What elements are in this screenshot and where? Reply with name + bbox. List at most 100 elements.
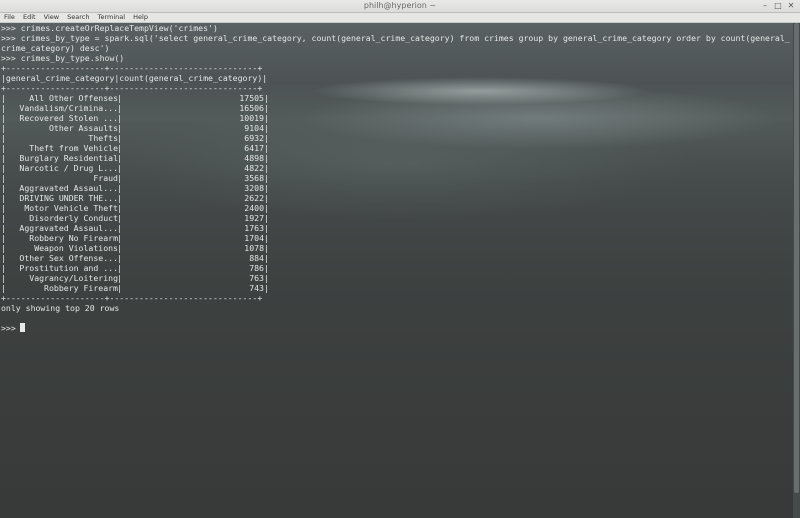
scrollbar-thumb[interactable] — [794, 23, 799, 493]
crime-category-cell: Thefts — [88, 133, 118, 143]
crime-category-cell: Robbery No Firearm — [29, 233, 118, 243]
column-separator: | — [1, 103, 6, 113]
column-separator: | — [264, 133, 269, 143]
count-cell: 1704 — [244, 233, 264, 243]
count-cell: 884 — [249, 253, 264, 263]
table-border-mid: +--------------------+------------------… — [1, 83, 263, 93]
column-separator: | — [264, 173, 269, 183]
column-separator: | — [264, 113, 269, 123]
crime-category-cell: Recovered Stolen ... — [19, 113, 118, 123]
column-separator: | — [1, 223, 6, 233]
menu-help[interactable]: Help — [130, 13, 151, 22]
column-separator: | — [1, 213, 6, 223]
menu-terminal[interactable]: Terminal — [95, 13, 128, 22]
table-header: |general_crime_category|count(general_cr… — [1, 73, 268, 83]
table-row: | Disorderly Conduct | 1927 | — [1, 213, 271, 223]
terminal-output[interactable]: >>> crimes.createOrReplaceTempView('crim… — [0, 23, 793, 518]
column-separator: | — [264, 103, 269, 113]
count-cell: 3568 — [244, 173, 264, 183]
column-separator: | — [264, 203, 269, 213]
column-separator: | — [264, 143, 269, 153]
column-separator: | — [1, 273, 6, 283]
column-separator: | — [1, 183, 6, 193]
count-cell: 17505 — [239, 93, 264, 103]
table-row: | Theft from Vehicle | 6417 | — [1, 143, 271, 153]
column-separator: | — [264, 93, 269, 103]
column-separator: | — [1, 143, 6, 153]
crime-category-cell: Narcotic / Drug L... — [19, 163, 118, 173]
count-cell: 1078 — [244, 243, 264, 253]
title-bar[interactable]: philh@hyperion ~ – □ ✕ — [0, 0, 800, 13]
column-separator: | — [1, 123, 6, 133]
menu-view[interactable]: View — [41, 13, 62, 22]
crime-category-cell: Burglary Residential — [19, 153, 118, 163]
close-icon[interactable]: ✕ — [786, 1, 796, 11]
table-row: | Vandalism/Crimina... | 16506 | — [1, 103, 271, 113]
table-row: | Burglary Residential | 4898 | — [1, 153, 271, 163]
crime-category-cell: Motor Vehicle Theft — [24, 203, 118, 213]
count-cell: 1927 — [244, 213, 264, 223]
count-cell: 763 — [249, 273, 264, 283]
crime-category-cell: Aggravated Assaul... — [19, 223, 118, 233]
command-line: crime_category) desc') — [1, 43, 110, 53]
terminal-window: philh@hyperion ~ – □ ✕ File Edit View Se… — [0, 0, 800, 518]
table-row: | Aggravated Assaul... | 1763 | — [1, 223, 271, 233]
count-cell: 10019 — [239, 113, 264, 123]
crime-category-cell: Disorderly Conduct — [29, 213, 118, 223]
column-separator: | — [1, 93, 6, 103]
maximize-icon[interactable]: □ — [773, 1, 783, 11]
column-separator: | — [264, 243, 269, 253]
scrollbar[interactable] — [793, 23, 800, 518]
count-cell: 786 — [249, 263, 264, 273]
crime-category-cell: Vagrancy/Loitering — [29, 273, 118, 283]
count-cell: 4822 — [244, 163, 264, 173]
shell-prompt: >>> — [1, 323, 21, 333]
column-separator: | — [264, 183, 269, 193]
menu-file[interactable]: File — [0, 13, 18, 22]
crime-category-cell: Prostitution and ... — [19, 263, 118, 273]
column-separator: | — [264, 263, 269, 273]
text-cursor[interactable] — [20, 323, 25, 332]
table-row: | Vagrancy/Loitering | 763 | — [1, 273, 271, 283]
minimize-icon[interactable]: – — [760, 1, 770, 11]
column-separator: | — [1, 283, 6, 293]
table-row: | DRIVING UNDER THE... | 2622 | — [1, 193, 271, 203]
command-line: >>> crimes.createOrReplaceTempView('crim… — [1, 23, 218, 33]
table-row: | Thefts | 6932 | — [1, 133, 271, 143]
table-row: | Motor Vehicle Theft | 2400 | — [1, 203, 271, 213]
count-cell: 9104 — [244, 123, 264, 133]
table-row: | Other Sex Offense... | 884 | — [1, 253, 271, 263]
table-row: | Prostitution and ... | 786 | — [1, 263, 271, 273]
column-separator: | — [1, 243, 6, 253]
count-cell: 743 — [249, 283, 264, 293]
column-separator: | — [264, 273, 269, 283]
count-cell: 1763 — [244, 223, 264, 233]
table-row: | All Other Offenses | 17505 | — [1, 93, 271, 103]
count-cell: 16506 — [239, 103, 264, 113]
column-separator: | — [1, 133, 6, 143]
count-cell: 4898 — [244, 153, 264, 163]
table-border-top: +--------------------+------------------… — [1, 63, 263, 73]
column-separator: | — [1, 263, 6, 273]
crime-category-cell: DRIVING UNDER THE... — [19, 193, 118, 203]
crime-category-cell: Fraud — [93, 173, 118, 183]
column-separator: | — [1, 203, 6, 213]
menu-search[interactable]: Search — [64, 13, 92, 22]
table-row: | Other Assaults | 9104 | — [1, 123, 271, 133]
column-separator: | — [264, 253, 269, 263]
column-separator: | — [264, 233, 269, 243]
count-cell: 3208 — [244, 183, 264, 193]
table-row: | Robbery Firearm | 743 | — [1, 283, 271, 293]
window-title: philh@hyperion ~ — [363, 1, 437, 10]
crime-category-cell: Other Assaults — [48, 123, 118, 133]
column-separator: | — [1, 153, 6, 163]
column-separator: | — [264, 283, 269, 293]
menu-edit[interactable]: Edit — [20, 13, 39, 22]
column-separator: | — [1, 253, 6, 263]
count-cell: 2622 — [244, 193, 264, 203]
table-row: | Narcotic / Drug L... | 4822 | — [1, 163, 271, 173]
column-separator: | — [1, 163, 6, 173]
column-separator: | — [264, 223, 269, 233]
column-separator: | — [264, 193, 269, 203]
table-row: | Weapon Violations | 1078 | — [1, 243, 271, 253]
